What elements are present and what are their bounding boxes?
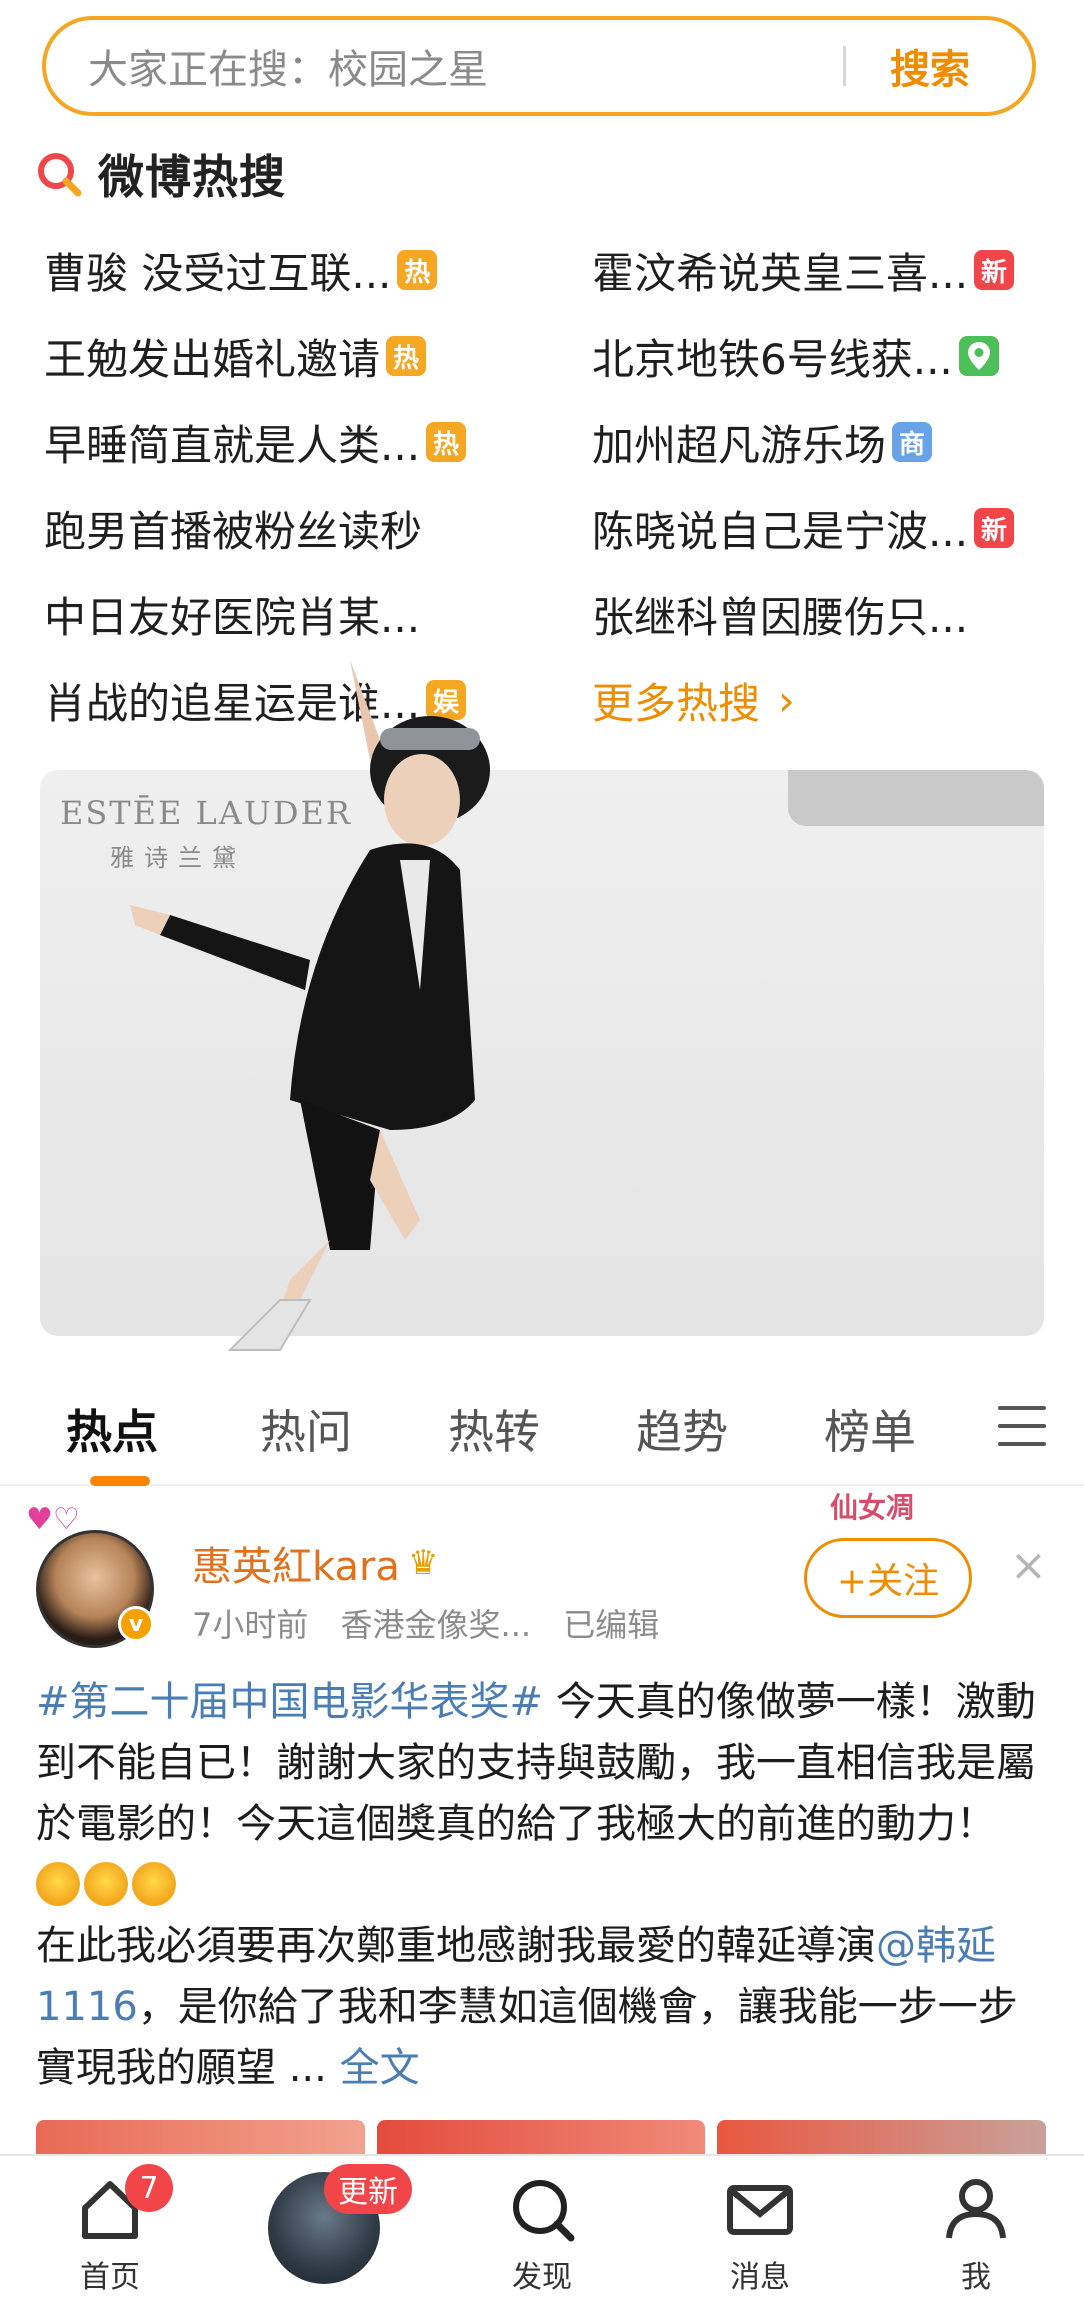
chevron-right-icon: ›: [778, 675, 795, 725]
hot-badge: 热: [426, 422, 467, 462]
hot-item[interactable]: 王勉发出婚礼邀请 热: [44, 324, 427, 388]
hot-search-title: 微博热搜: [98, 150, 286, 204]
hot-item-text: 加州超凡游乐场: [592, 420, 887, 470]
hot-row: 曹骏 没受过互联... 热 霍汶希说英皇三喜... 新: [44, 238, 1054, 324]
emoji-icon: [84, 1862, 128, 1906]
nav-home-label: 首页: [80, 2260, 140, 2295]
hot-item[interactable]: 早睡简直就是人类... 热: [44, 410, 467, 474]
tab-trends[interactable]: 趋势: [636, 1396, 728, 1462]
new-badge: 新: [974, 508, 1015, 548]
post-edited-label: 已编辑: [563, 1606, 660, 1644]
bottom-navigation: 7 首页 发现 消息 我: [0, 2154, 1084, 2303]
hot-item-text: 霍汶希说英皇三喜...: [592, 248, 969, 298]
hot-item-text: 陈晓说自己是宁波...: [592, 506, 969, 556]
discover-search-icon: [507, 2174, 577, 2244]
hot-item[interactable]: 北京地铁6号线获...: [592, 324, 999, 388]
nav-me-label: 我: [961, 2260, 991, 2295]
more-hot-label: 更多热搜: [592, 678, 761, 728]
hot-item-text: 早睡简直就是人类...: [44, 420, 421, 470]
nav-discover[interactable]: 发现: [472, 2174, 612, 2296]
tab-hot-reposts[interactable]: 热转: [448, 1396, 540, 1462]
post-time: 7小时前: [192, 1606, 309, 1644]
mail-icon: [725, 2174, 795, 2244]
hot-item[interactable]: 中日友好医院肖某...: [44, 582, 420, 646]
home-icon: 7: [75, 2164, 173, 2244]
hot-item[interactable]: 霍汶希说英皇三喜... 新: [592, 238, 1015, 302]
new-badge: 新: [974, 250, 1015, 290]
post-source[interactable]: 香港金像奖...: [341, 1606, 532, 1644]
username-text: 惠英紅kara: [192, 1544, 400, 1590]
commercial-badge: 商: [892, 422, 933, 462]
nav-discover-label: 发现: [512, 2260, 572, 2295]
hot-item-text: 北京地铁6号线获...: [592, 334, 953, 384]
emoji-icon: [132, 1862, 176, 1906]
user-icon: [941, 2174, 1011, 2244]
hot-item[interactable]: 跑男首播被粉丝读秒: [44, 496, 422, 560]
post-meta: 7小时前 香港金像奖... 已编辑: [192, 1600, 681, 1646]
feed-tab-bar: 热点 热问 热转 趋势 榜单: [0, 1366, 1084, 1486]
nav-messages-label: 消息: [730, 2260, 790, 2295]
post-username[interactable]: 惠英紅kara ♛: [192, 1534, 438, 1592]
hot-item-text: 王勉发出婚礼邀请: [44, 334, 381, 384]
follow-button[interactable]: +关注: [804, 1538, 972, 1618]
hot-row: 早睡简直就是人类... 热 加州超凡游乐场 商: [44, 410, 1054, 496]
emoji-icon: [36, 1862, 80, 1906]
full-text-link[interactable]: 全文: [340, 2045, 420, 2091]
active-tab-indicator: [90, 1476, 150, 1486]
post-text-part-2: 在此我必須要再次鄭重地感謝我最愛的韓延導演: [36, 1923, 876, 1969]
tab-menu-icon[interactable]: [998, 1406, 1046, 1446]
avatar-decoration-icon: ♥♡: [26, 1502, 80, 1537]
hot-search-logo-icon: [34, 149, 84, 199]
verified-icon: v: [118, 1606, 154, 1642]
more-hot-search-link[interactable]: 更多热搜 ›: [592, 668, 795, 732]
hot-badge: 热: [386, 336, 427, 376]
tab-hot-topics[interactable]: 热点: [66, 1396, 158, 1462]
post-text-part-3: ，是你給了我和李慧如這個機會，讓我能一步一步實現我的願望 ...: [36, 1984, 1018, 2091]
hot-item-text: 跑男首播被粉丝读秒: [44, 506, 423, 556]
nav-me[interactable]: 我: [906, 2174, 1046, 2296]
weibo-hot-search-header: 微博热搜: [34, 144, 286, 204]
banner-corner-tag: [788, 770, 1044, 826]
search-input[interactable]: 大家正在搜：校园之星: [46, 37, 843, 95]
tab-rankings[interactable]: 榜单: [824, 1396, 916, 1462]
banner-model-figure: [130, 660, 490, 1351]
hot-item[interactable]: 陈晓说自己是宁波... 新: [592, 496, 1015, 560]
story-update-badge[interactable]: 更新: [324, 2164, 412, 2214]
search-divider: [843, 46, 846, 86]
hot-item-text: 中日友好医院肖某...: [44, 592, 421, 642]
hot-item[interactable]: 曹骏 没受过互联... 热: [44, 238, 438, 302]
follow-decoration: 仙女凋: [830, 1491, 915, 1524]
post-text: #第二十届中国电影华表奖# 今天真的像做夢一樣！激動到不能自已！謝謝大家的支持與…: [36, 1672, 1046, 2099]
hot-row: 王勉发出婚礼邀请 热 北京地铁6号线获...: [44, 324, 1054, 410]
search-button[interactable]: 搜索: [890, 37, 1032, 95]
hot-item-text: 曹骏 没受过互联...: [44, 248, 392, 298]
hot-badge: 热: [397, 250, 438, 290]
nav-messages[interactable]: 消息: [690, 2174, 830, 2296]
search-bar[interactable]: 大家正在搜：校园之星 搜索: [42, 16, 1036, 116]
hot-item[interactable]: 张继科曾因腰伤只...: [592, 582, 968, 646]
hot-item[interactable]: 加州超凡游乐场 商: [592, 410, 933, 474]
home-badge: 7: [125, 2164, 173, 2212]
post-hashtag[interactable]: #第二十届中国电影华表奖#: [36, 1679, 543, 1725]
location-icon: [958, 336, 999, 376]
nav-home[interactable]: 7 首页: [40, 2164, 180, 2296]
crown-icon: ♛: [407, 1543, 439, 1583]
tab-hot-questions[interactable]: 热问: [260, 1396, 352, 1462]
hot-row: 中日友好医院肖某... 张继科曾因腰伤只...: [44, 582, 1054, 668]
close-icon[interactable]: ×: [1010, 1540, 1047, 1591]
hot-item-text: 张继科曾因腰伤只...: [592, 592, 969, 642]
hot-row: 跑男首播被粉丝读秒 陈晓说自己是宁波... 新: [44, 496, 1054, 582]
